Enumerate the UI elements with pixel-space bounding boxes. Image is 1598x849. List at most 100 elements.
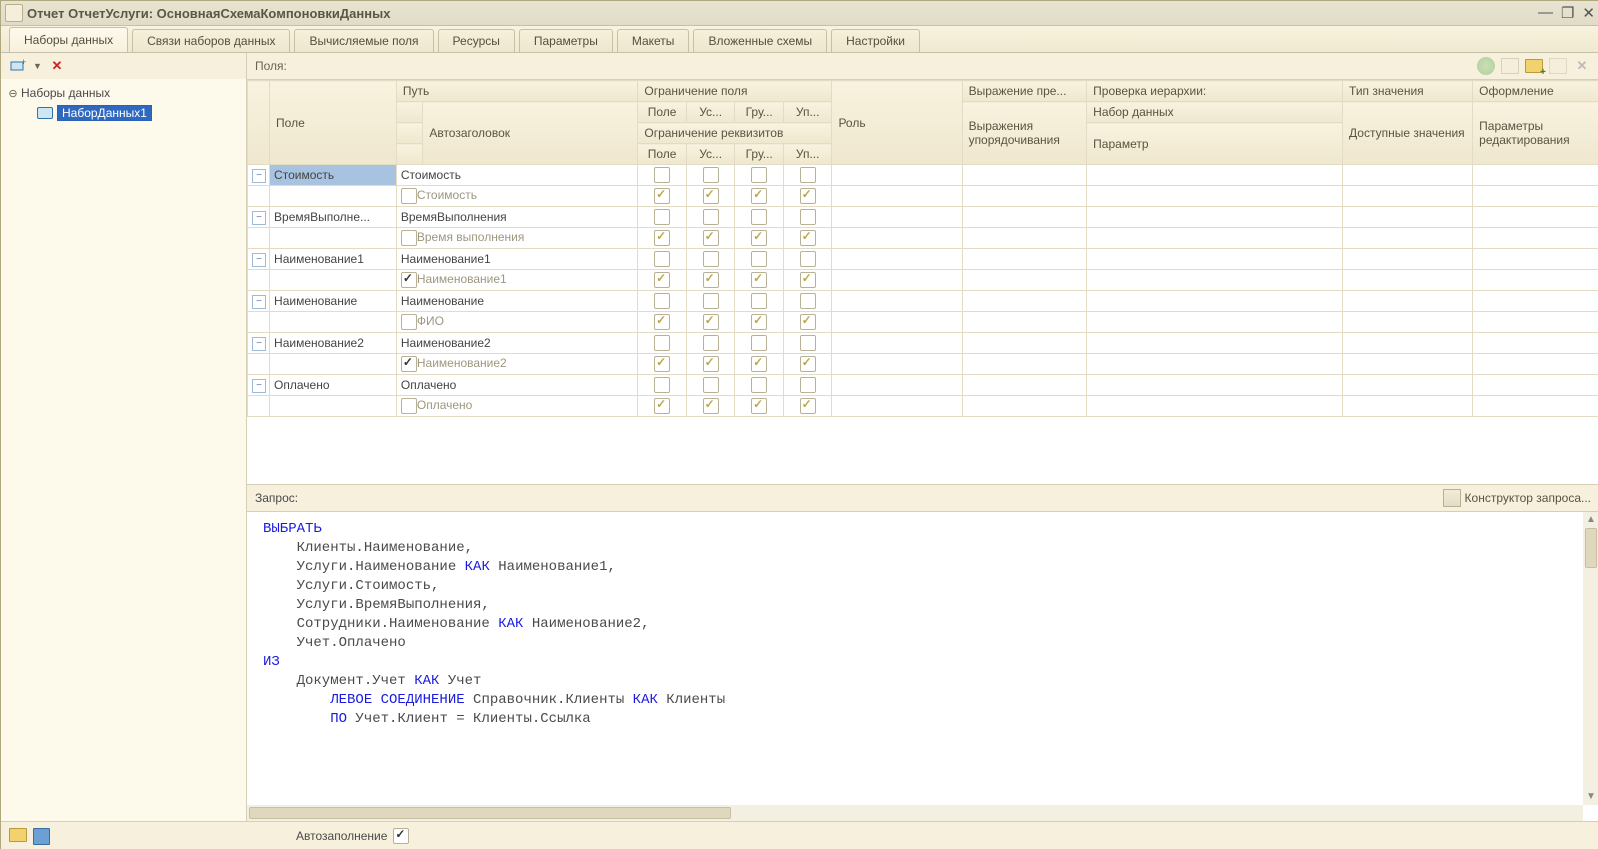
chk-ord-r[interactable] (800, 188, 816, 204)
delete-icon[interactable]: ✕ (48, 57, 66, 75)
add-folder-icon[interactable] (1525, 57, 1543, 75)
chk-cond-r[interactable] (703, 398, 719, 414)
chk-field-r[interactable] (654, 398, 670, 414)
chk-grp-r[interactable] (751, 356, 767, 372)
tree-item[interactable]: НаборДанных1 (7, 103, 240, 123)
constructor-button[interactable]: Конструктор запроса... (1465, 491, 1591, 505)
col-hier-check[interactable]: Проверка иерархии: (1087, 81, 1343, 102)
chk-cond[interactable] (703, 377, 719, 393)
table-row[interactable]: −ВремяВыполне...ВремяВыполнения (248, 207, 1598, 228)
col-valtype[interactable]: Тип значения (1343, 81, 1473, 102)
chk-field[interactable] (654, 167, 670, 183)
autotitle-checkbox[interactable] (401, 314, 417, 330)
close-button[interactable]: ✕ (1582, 4, 1595, 22)
table-row[interactable]: −Наименование1Наименование1 (248, 249, 1598, 270)
col-restrict-field[interactable]: Ограничение поля (638, 81, 832, 102)
cell-path[interactable]: Наименование2 (396, 333, 638, 354)
chk-grp[interactable] (751, 167, 767, 183)
cell-path[interactable]: Наименование (396, 291, 638, 312)
autotitle-checkbox[interactable] (401, 272, 417, 288)
table-row[interactable]: −НаименованиеНаименование (248, 291, 1598, 312)
collapse-icon[interactable]: ⊖ (7, 87, 19, 100)
chk-field[interactable] (654, 293, 670, 309)
col-path[interactable]: Путь (396, 81, 638, 102)
cell-path[interactable]: Оплачено (396, 375, 638, 396)
chk-ord-r[interactable] (800, 314, 816, 330)
autofill-control[interactable]: Автозаполнение (296, 828, 409, 844)
col-edit-params[interactable]: Параметры редактирования (1473, 102, 1598, 165)
fields-table[interactable]: Поле Путь Ограничение поля Роль Выражени… (247, 80, 1598, 417)
col-sub-cond2[interactable]: Ус... (686, 144, 735, 165)
chk-field-r[interactable] (654, 314, 670, 330)
chk-cond-r[interactable] (703, 356, 719, 372)
col-avail-val[interactable]: Доступные значения (1343, 102, 1473, 165)
chk-grp-r[interactable] (751, 188, 767, 204)
chk-field[interactable] (654, 209, 670, 225)
collapse-row-icon[interactable]: − (252, 379, 266, 393)
tab-0[interactable]: Наборы данных (9, 27, 128, 52)
chk-cond[interactable] (703, 293, 719, 309)
chk-cond-r[interactable] (703, 230, 719, 246)
dataset-tree[interactable]: ⊖ Наборы данных НаборДанных1 (1, 79, 246, 821)
chk-field-r[interactable] (654, 188, 670, 204)
open-icon[interactable] (9, 828, 27, 842)
col-auto-title[interactable]: Автозаголовок (423, 102, 638, 165)
table-subrow[interactable]: Наименование1 (248, 270, 1598, 291)
col-sub-ord2[interactable]: Уп... (783, 144, 832, 165)
col-dataset[interactable]: Набор данных (1087, 102, 1343, 123)
collapse-row-icon[interactable]: − (252, 253, 266, 267)
autofill-checkbox[interactable] (393, 828, 409, 844)
col-expr-order[interactable]: Выражения упорядочивания (962, 102, 1087, 165)
scroll-thumb-h[interactable] (249, 807, 731, 819)
action-icon-2[interactable] (1501, 58, 1519, 74)
autotitle-checkbox[interactable] (401, 230, 417, 246)
horizontal-scrollbar[interactable] (247, 805, 1583, 821)
table-subrow[interactable]: Наименование2 (248, 354, 1598, 375)
chk-ord-r[interactable] (800, 230, 816, 246)
chk-grp-r[interactable] (751, 230, 767, 246)
chk-grp-r[interactable] (751, 272, 767, 288)
chk-grp[interactable] (751, 293, 767, 309)
chk-grp[interactable] (751, 251, 767, 267)
tab-5[interactable]: Макеты (617, 29, 690, 52)
tab-3[interactable]: Ресурсы (438, 29, 515, 52)
collapse-row-icon[interactable]: − (252, 169, 266, 183)
table-subrow[interactable]: Время выполнения (248, 228, 1598, 249)
restore-button[interactable]: ❐ (1561, 4, 1574, 22)
cell-path[interactable]: ВремяВыполнения (396, 207, 638, 228)
chk-ord[interactable] (800, 335, 816, 351)
minimize-button[interactable]: — (1538, 4, 1553, 22)
chk-ord[interactable] (800, 209, 816, 225)
action-icon-1[interactable] (1477, 57, 1495, 75)
chk-ord[interactable] (800, 377, 816, 393)
tab-2[interactable]: Вычисляемые поля (294, 29, 433, 52)
chk-cond-r[interactable] (703, 188, 719, 204)
chk-field[interactable] (654, 377, 670, 393)
scroll-thumb-v[interactable] (1585, 528, 1597, 568)
chk-field[interactable] (654, 251, 670, 267)
col-role[interactable]: Роль (832, 81, 962, 165)
col-sub-grp2[interactable]: Гру... (735, 144, 784, 165)
chk-field[interactable] (654, 335, 670, 351)
action-icon-3[interactable] (1549, 58, 1567, 74)
chk-grp-r[interactable] (751, 314, 767, 330)
chk-field-r[interactable] (654, 272, 670, 288)
chk-grp[interactable] (751, 377, 767, 393)
cell-field[interactable]: Оплачено (270, 375, 397, 396)
table-row[interactable]: −Наименование2Наименование2 (248, 333, 1598, 354)
col-sub-field[interactable]: Поле (638, 102, 687, 123)
chk-cond-r[interactable] (703, 314, 719, 330)
add-dataset-icon[interactable]: + (9, 57, 27, 75)
table-subrow[interactable]: Стоимость (248, 186, 1598, 207)
collapse-row-icon[interactable]: − (252, 337, 266, 351)
col-field[interactable]: Поле (270, 81, 397, 165)
col-expr-pres[interactable]: Выражение пре... (962, 81, 1087, 102)
cell-field[interactable]: Наименование (270, 291, 397, 312)
col-sub-ord[interactable]: Уп... (783, 102, 832, 123)
chk-cond[interactable] (703, 167, 719, 183)
col-restrict-req[interactable]: Ограничение реквизитов (638, 123, 832, 144)
chk-ord-r[interactable] (800, 356, 816, 372)
col-design[interactable]: Оформление (1473, 81, 1598, 102)
cell-field[interactable]: Стоимость (270, 165, 397, 186)
delete-field-icon[interactable]: ✕ (1573, 57, 1591, 75)
